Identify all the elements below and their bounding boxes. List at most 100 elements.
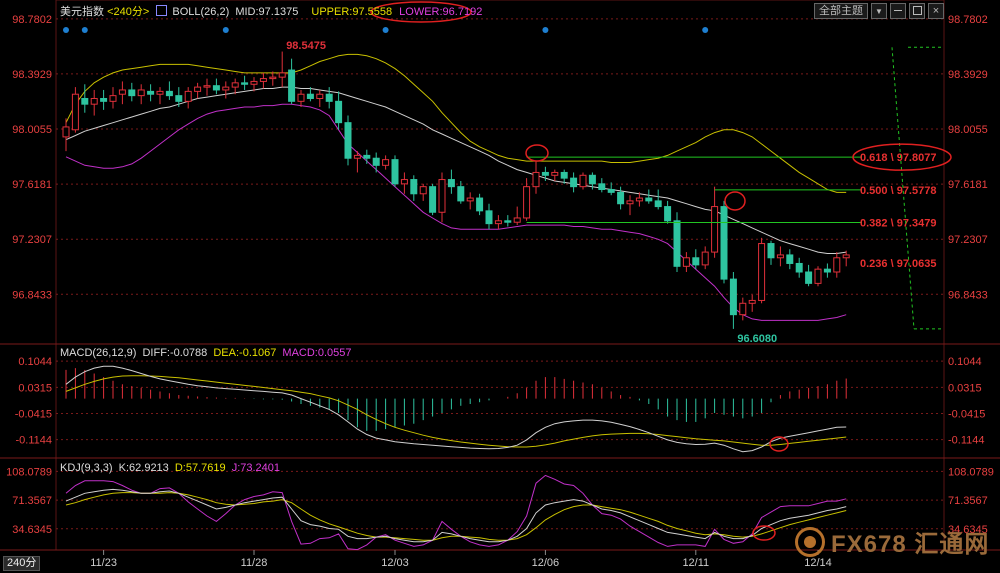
kdj-y-tick-left: 71.3567 [12,495,52,507]
price-y-tick-left: 97.2307 [12,234,52,246]
kdj-y-tick-left: 108.0789 [6,466,52,478]
event-marker [81,27,88,33]
candle-body [447,179,455,188]
candle-body [570,177,578,188]
boll-lower-line [65,103,847,321]
chart-toolbar: 全部主题 ▼ × [814,3,944,19]
candle-body [194,86,202,92]
candle-body [147,90,155,95]
candle-body [269,76,277,80]
price-pane[interactable]: 98.7802 98.7802 98.3929 98.3929 98.0055 98.00… [12,1,988,345]
candle-body [372,157,380,166]
macd-y-tick-right: 0.1044 [948,356,982,368]
diff-value: DIFF:-0.0788 [142,347,208,359]
price-extreme-label: 98.5475 [286,40,326,52]
watermark-text: FX678 汇通网 [831,531,990,558]
price-y-tick-right: 98.0055 [948,124,988,136]
x-tick-label: 11/23 [90,557,117,569]
candle-body [635,197,643,202]
dea-value: DEA:-0.1067 [213,347,277,359]
candle-body [156,90,164,95]
candle-body [532,171,540,188]
price-y-tick-left: 96.8433 [12,289,52,301]
candle-body [118,89,126,95]
minimize-button[interactable] [890,3,906,19]
period-tag-label: 240分 [7,557,37,569]
candle-body [560,171,568,179]
candle-body [748,299,756,304]
candle-body [805,271,813,284]
candle-body [466,197,474,202]
event-marker [702,27,709,33]
candle-body [758,243,766,301]
price-legend: 美元指数 <240分> BOLL(26,2) MID:97.1375 UPPER… [60,3,482,19]
candle-body [62,126,70,138]
macd-y-tick-left: -0.0415 [15,409,52,421]
candle-body [410,179,418,195]
candle-body [588,174,596,185]
candle-body [81,97,89,105]
candle-body [165,90,173,97]
candle-body [729,278,737,316]
macd-pane[interactable]: 0.1044 0.1044 0.0315 0.0315 -0.0415 -0.0415 -0… [15,356,986,453]
candle-body [673,220,681,267]
lower-value: LOWER:96.7192 [399,6,483,18]
price-y-tick-right: 98.7802 [948,14,988,26]
fib-label: 0.618 \ 97.8077 [860,152,936,164]
candle-body [259,78,267,82]
candle-body [90,97,98,105]
candle-body [645,197,653,202]
candle-body [71,93,79,131]
close-button[interactable]: × [928,3,944,19]
dea-line [65,375,847,448]
kdj-title: KDJ(9,3,3) [60,462,113,474]
x-tick-label: 12/06 [532,557,560,569]
candle-body [100,97,108,102]
price-y-tick-right: 96.8433 [948,289,988,301]
price-y-tick-right: 97.6181 [948,179,988,191]
candle-body [353,154,361,159]
candle-body [523,186,531,219]
candle-body [579,174,587,188]
candle-body [513,217,521,223]
price-y-tick-right: 97.2307 [948,234,988,246]
period-tag[interactable]: 240分 [3,556,41,571]
fx678-logo-icon [795,526,825,557]
candle-body [494,220,502,225]
theme-dropdown-button[interactable]: ▼ [871,3,887,19]
kdj-y-tick-right: 71.3567 [948,495,988,507]
candle-body [184,90,192,102]
candle-body [278,72,286,78]
maximize-button[interactable] [909,3,925,19]
candle-body [776,254,784,259]
mid-value: MID:97.1375 [235,6,299,18]
macd-legend: MACD(26,12,9) DIFF:-0.0788 DEA:-0.1067 M… [60,347,352,359]
highlight-circle [525,144,549,162]
x-tick-label: 12/03 [381,557,409,569]
x-tick-label: 12/11 [682,557,709,569]
candle-body [795,262,803,273]
chart-canvas[interactable]: 98.7802 98.7802 98.3929 98.3929 98.0055 98.00… [0,0,1000,573]
theme-select[interactable]: 全部主题 [814,3,868,19]
x-axis: 11/23 11/28 12/03 12/06 12/11 12/14 [90,550,832,569]
candle-body [692,257,700,266]
macd-y-tick-right: -0.1144 [948,435,985,447]
candle-body [429,186,437,213]
candle-body [438,179,446,213]
candle-body [626,200,634,205]
candle-body [476,197,484,212]
highlight-circle [724,191,746,211]
candle-body [598,183,606,191]
boll-upper-line [65,53,847,193]
candle-body [664,206,672,222]
macd-y-tick-left: 0.0315 [18,382,52,394]
j-value: J:73.2401 [231,462,281,474]
candle-body [241,82,249,85]
event-marker [222,27,229,33]
diff-line [65,365,847,453]
candle-body [335,100,343,124]
candle-body [617,191,625,205]
candle-body [137,89,145,97]
candle-body [504,220,512,223]
kdj-legend: KDJ(9,3,3) K:62.9213 D:57.7619 J:73.2401 [60,462,280,474]
